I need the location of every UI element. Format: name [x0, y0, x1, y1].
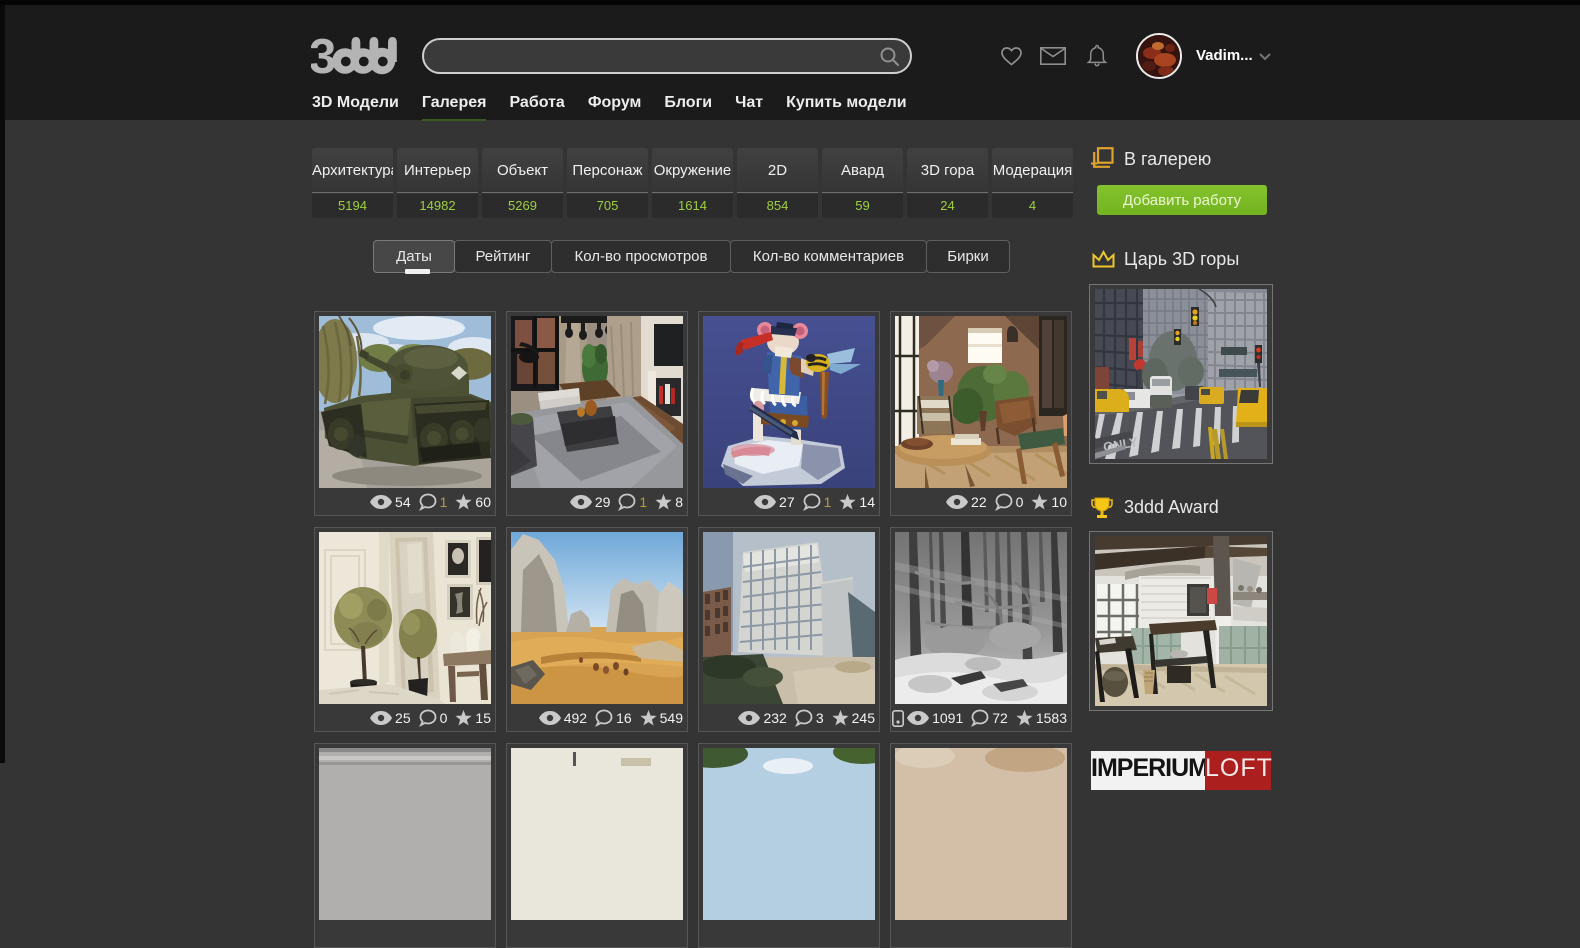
svg-text:3: 3 [311, 37, 336, 75]
